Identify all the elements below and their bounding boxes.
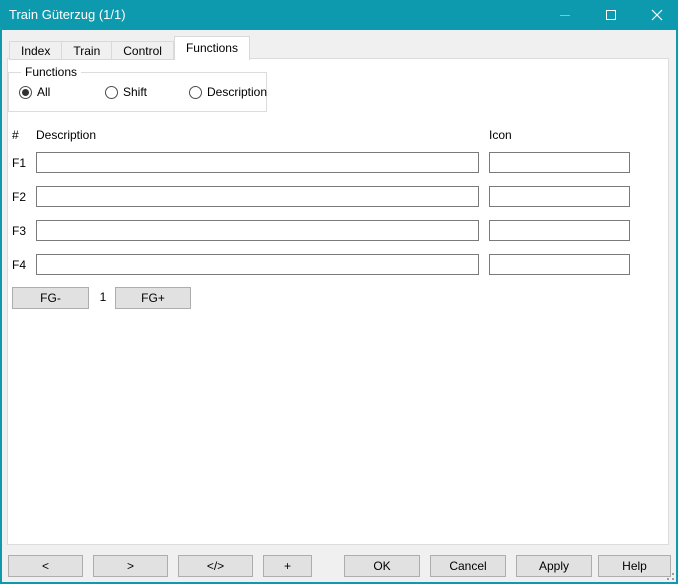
resize-grip-icon[interactable] [664,570,675,581]
row-label-f3: F3 [12,224,34,238]
radio-label-description: Description [207,85,267,99]
functions-groupbox: Functions All Shift Description [8,72,267,112]
radio-icon-description[interactable] [189,86,202,99]
f2-description-input[interactable] [36,186,479,207]
prev-button[interactable]: < [8,555,83,577]
f4-description-input[interactable] [36,254,479,275]
tab-train[interactable]: Train [62,41,112,60]
minimize-button[interactable] [542,0,588,30]
window-title: Train Güterzug (1/1) [9,0,126,30]
row-label-f2: F2 [12,190,34,204]
minimize-icon [560,15,570,16]
close-icon [651,9,663,21]
maximize-button[interactable] [588,0,634,30]
apply-button[interactable]: Apply [516,555,592,577]
f3-description-input[interactable] [36,220,479,241]
tab-bar: Index Train Control Functions [9,36,250,60]
tab-functions[interactable]: Functions [174,36,250,60]
radio-icon-all[interactable] [19,86,32,99]
next-button[interactable]: > [93,555,168,577]
row-label-f4: F4 [12,258,34,272]
column-header-number: # [12,128,19,142]
cancel-button[interactable]: Cancel [430,555,506,577]
fg-group-value: 1 [94,290,112,304]
help-button[interactable]: Help [598,555,671,577]
f1-icon-input[interactable] [489,152,630,173]
maximize-icon [606,10,616,20]
fg-increment-button[interactable]: FG+ [115,287,191,309]
add-button[interactable]: + [263,555,312,577]
titlebar[interactable]: Train Güterzug (1/1) [0,0,678,30]
functions-groupbox-title: Functions [21,65,81,79]
dialog-window: Train Güterzug (1/1) Index Train Control… [0,0,678,584]
radio-row: All Shift Description [19,85,289,99]
radio-option-shift[interactable]: Shift [105,85,167,99]
radio-option-description[interactable]: Description [189,85,267,99]
tab-control[interactable]: Control [112,41,174,60]
column-header-icon: Icon [489,128,512,142]
f1-description-input[interactable] [36,152,479,173]
close-button[interactable] [634,0,678,30]
f3-icon-input[interactable] [489,220,630,241]
radio-label-shift: Shift [123,85,147,99]
radio-option-all[interactable]: All [19,85,83,99]
fg-decrement-button[interactable]: FG- [12,287,89,309]
ok-button[interactable]: OK [344,555,420,577]
tab-index[interactable]: Index [9,41,62,60]
radio-label-all: All [37,85,50,99]
column-header-description: Description [36,128,96,142]
f2-icon-input[interactable] [489,186,630,207]
radio-icon-shift[interactable] [105,86,118,99]
f4-icon-input[interactable] [489,254,630,275]
row-label-f1: F1 [12,156,34,170]
xml-button[interactable]: </> [178,555,253,577]
